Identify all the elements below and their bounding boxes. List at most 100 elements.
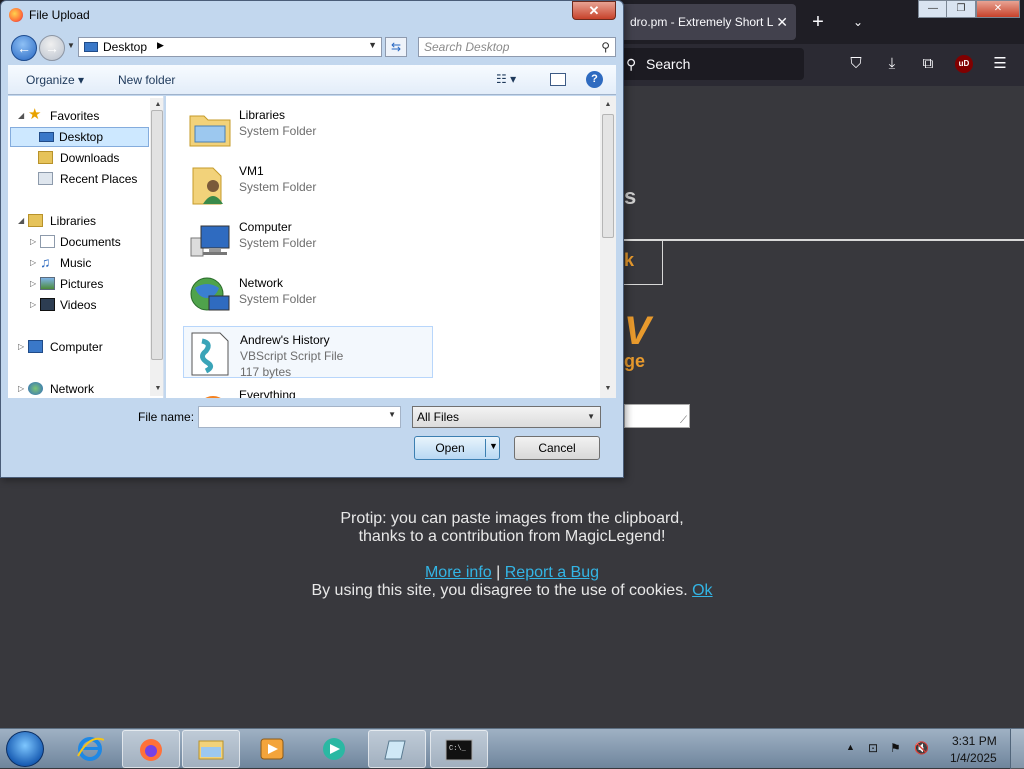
- expand-icon[interactable]: ▷: [30, 253, 40, 273]
- tab-close-icon[interactable]: ✕: [776, 4, 788, 40]
- extensions-icon[interactable]: ⧉: [916, 52, 940, 76]
- ublock-icon[interactable]: uD: [955, 55, 973, 73]
- open-label: Open: [435, 441, 465, 455]
- open-dropdown-icon[interactable]: ▼: [489, 441, 498, 451]
- new-folder-button[interactable]: New folder: [118, 73, 175, 87]
- show-desktop-button[interactable]: [1010, 729, 1024, 769]
- pocket-icon[interactable]: ⛉: [844, 52, 868, 76]
- taskbar-firefox[interactable]: [122, 730, 180, 768]
- open-button[interactable]: Open ▼: [414, 436, 500, 460]
- scroll-up-icon[interactable]: ▲: [600, 98, 616, 112]
- organize-button[interactable]: Organize ▾: [26, 73, 84, 87]
- new-tab-button[interactable]: +: [808, 8, 828, 36]
- refresh-button[interactable]: ⇆: [385, 37, 407, 57]
- resize-grip-icon[interactable]: ⟋: [680, 415, 687, 426]
- file-scrollbar[interactable]: ▲ ▼: [600, 96, 616, 398]
- volume-muted-icon[interactable]: 🔇: [914, 741, 929, 755]
- report-bug-link[interactable]: Report a Bug: [505, 564, 599, 581]
- more-info-link[interactable]: More info: [425, 564, 492, 581]
- scroll-thumb[interactable]: [602, 114, 614, 238]
- expand-icon[interactable]: ▷: [18, 337, 28, 357]
- libraries-folder-icon: [189, 115, 231, 147]
- help-button[interactable]: ?: [586, 71, 603, 88]
- nav-label: Pictures: [60, 277, 104, 291]
- file-item[interactable]: VM1 System Folder: [183, 158, 433, 210]
- cancel-button[interactable]: Cancel: [514, 436, 600, 460]
- chevron-down-icon[interactable]: ▼: [587, 407, 595, 427]
- file-name-input[interactable]: ▼: [198, 406, 401, 428]
- scroll-thumb[interactable]: [151, 110, 163, 360]
- expand-icon[interactable]: ▷: [18, 379, 28, 398]
- taskbar-chat-app[interactable]: [306, 730, 364, 768]
- browser-search-field[interactable]: ⚲ Search: [620, 48, 804, 80]
- collapse-icon[interactable]: ◢: [18, 211, 28, 231]
- list-all-tabs-button[interactable]: ⌄: [848, 8, 868, 36]
- address-text[interactable]: Desktop: [103, 40, 147, 54]
- search-icon: ⚲: [601, 40, 610, 54]
- preview-pane-button[interactable]: [550, 73, 566, 86]
- downloads-icon[interactable]: ⤓: [880, 52, 904, 76]
- media-player-icon: [260, 738, 284, 760]
- page-url-textarea[interactable]: ⟋: [624, 404, 690, 428]
- window-close-button[interactable]: ✕: [976, 0, 1020, 18]
- search-input[interactable]: Search Desktop ⚲: [418, 37, 616, 57]
- file-item[interactable]: Computer System Folder: [183, 214, 433, 266]
- taskbar-ie[interactable]: [62, 730, 120, 768]
- nav-recent-places[interactable]: Recent Places: [8, 169, 153, 189]
- recent-locations-icon[interactable]: ▼: [67, 41, 75, 50]
- nav-network[interactable]: ▷ Network: [8, 379, 153, 398]
- expand-icon[interactable]: ▷: [30, 274, 40, 294]
- nav-videos[interactable]: ▷ Videos: [8, 295, 153, 315]
- file-type-filter[interactable]: All Files ▼: [412, 406, 601, 428]
- file-name: VM1: [239, 164, 264, 178]
- nav-documents[interactable]: ▷ Documents: [8, 232, 153, 252]
- desktop-icon: [84, 42, 98, 52]
- nav-music[interactable]: ▷ ♫ Music: [8, 253, 153, 273]
- nav-desktop[interactable]: Desktop: [10, 127, 149, 147]
- taskbar-explorer[interactable]: [182, 730, 240, 768]
- breadcrumb-arrow-icon[interactable]: ▶: [157, 40, 164, 51]
- start-button[interactable]: [6, 731, 44, 767]
- file-item[interactable]: Network System Folder: [183, 270, 433, 322]
- clock-date[interactable]: 1/4/2025: [950, 751, 997, 765]
- computer-icon: [28, 340, 43, 353]
- show-hidden-icons-icon[interactable]: ▲: [846, 742, 855, 752]
- address-bar[interactable]: Desktop ▶ ▼: [78, 37, 382, 57]
- nav-libraries[interactable]: ◢ Libraries: [8, 211, 153, 231]
- nav-label: Downloads: [60, 151, 120, 165]
- file-item[interactable]: Libraries System Folder: [183, 102, 433, 154]
- views-button[interactable]: ☷ ▾: [496, 72, 516, 86]
- file-item-hovered[interactable]: Andrew's History VBScript Script File 11…: [183, 326, 433, 379]
- maximize-button[interactable]: ❐: [946, 0, 976, 18]
- collapse-icon[interactable]: ◢: [18, 106, 28, 126]
- scroll-down-icon[interactable]: ▼: [150, 382, 163, 396]
- clock-time[interactable]: 3:31 PM: [952, 734, 997, 748]
- chevron-down-icon[interactable]: ▼: [388, 410, 396, 419]
- nav-computer[interactable]: ▷ Computer: [8, 337, 153, 357]
- minimize-button[interactable]: —: [918, 0, 948, 18]
- taskbar-cmd[interactable]: C:\_: [430, 730, 488, 768]
- browser-tab-active[interactable]: dro.pm - Extremely Short L ✕: [620, 4, 796, 40]
- nav-downloads[interactable]: Downloads: [8, 148, 153, 168]
- dialog-close-button[interactable]: ✕: [572, 1, 616, 20]
- nav-pictures[interactable]: ▷ Pictures: [8, 274, 153, 294]
- nav-favorites[interactable]: ◢ ★ Favorites: [8, 106, 153, 126]
- action-center-flag-icon[interactable]: ⚑: [890, 741, 901, 755]
- taskbar-media-player[interactable]: [244, 730, 302, 768]
- hamburger-menu-icon[interactable]: ☰: [988, 52, 1012, 76]
- expand-icon[interactable]: ▷: [30, 232, 40, 252]
- cookie-ok-link[interactable]: Ok: [692, 582, 712, 599]
- network-tray-icon[interactable]: ⊡: [868, 741, 878, 755]
- music-icon: ♫: [40, 254, 51, 270]
- page-link-fragment[interactable]: k: [624, 250, 634, 271]
- protip-line-1: Protip: you can paste images from the cl…: [340, 510, 684, 527]
- address-dropdown-icon[interactable]: ▼: [368, 40, 377, 50]
- folder-icon: [198, 740, 224, 760]
- expand-icon[interactable]: ▷: [30, 295, 40, 315]
- back-button[interactable]: ←: [11, 35, 37, 61]
- taskbar-notepad[interactable]: [368, 730, 426, 768]
- forward-button[interactable]: →: [39, 35, 65, 61]
- file-item[interactable]: Everything: [183, 382, 433, 398]
- nav-scrollbar[interactable]: ▲ ▼: [150, 98, 163, 396]
- scroll-down-icon[interactable]: ▼: [600, 382, 616, 396]
